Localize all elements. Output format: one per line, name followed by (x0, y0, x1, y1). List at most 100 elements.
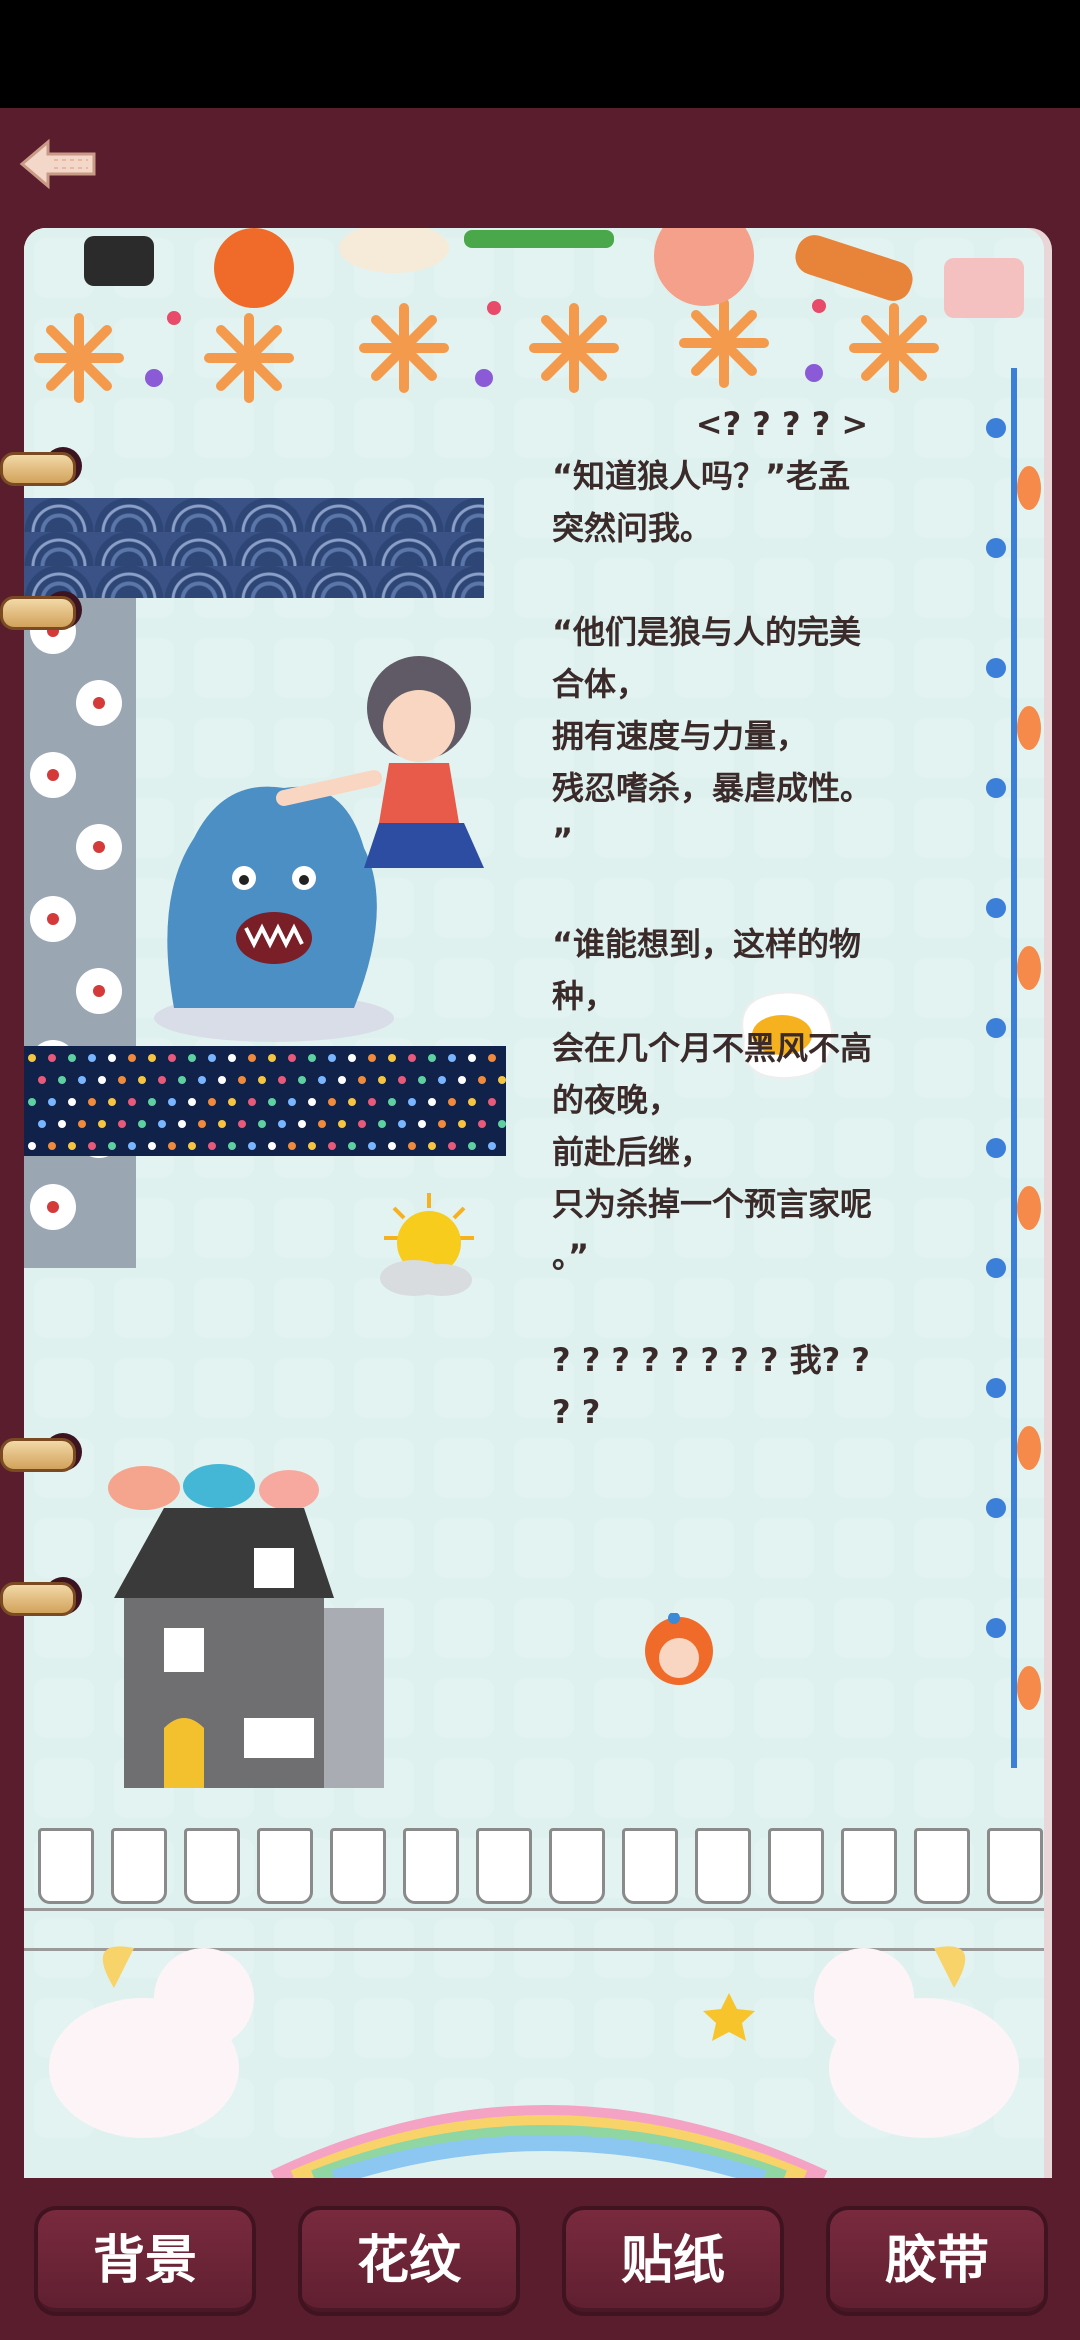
top-bar (0, 108, 1080, 220)
grid-tile (34, 1758, 94, 1818)
polka-dot (298, 1120, 306, 1128)
story-paragraph: “谁能想到，这样的物 种， 会在几个月不黑风不高 的夜晚， 前赴后继， 只为杀掉… (552, 918, 972, 1282)
polka-dot (168, 1142, 176, 1150)
journal-page[interactable]: <? ? ? ? > “知道狼人吗？”老孟 突然问我。 “他们是狼与人的完美 合… (24, 228, 1044, 2178)
polka-dot (298, 1076, 306, 1084)
polka-dot (328, 1054, 336, 1062)
binder-ring (0, 596, 76, 630)
cup-pattern (768, 1828, 824, 1904)
polka-dot (418, 1120, 426, 1128)
grid-tile (194, 1358, 254, 1418)
polka-dot (98, 1076, 106, 1084)
polka-dot (188, 1054, 196, 1062)
polka-dot (148, 1142, 156, 1150)
polka-dot (428, 1054, 436, 1062)
tab-sticker[interactable]: 贴纸 (562, 2206, 784, 2316)
polka-dot (478, 1076, 486, 1084)
grid-tile (114, 1278, 174, 1338)
grid-tile (434, 1358, 494, 1418)
binder-ring (0, 1582, 76, 1616)
grid-tile (514, 1438, 574, 1498)
cup-pattern (330, 1828, 386, 1904)
grid-tile (594, 1438, 654, 1498)
orange-girl-sticker (645, 1613, 713, 1685)
polka-dot (398, 1120, 406, 1128)
story-line: ” (552, 821, 574, 859)
polka-dot (228, 1098, 236, 1106)
polka-dot (358, 1120, 366, 1128)
cup-pattern (476, 1828, 532, 1904)
cup-pattern (549, 1828, 605, 1904)
divider-line (24, 1908, 1044, 1911)
grid-tile (914, 1438, 974, 1498)
story-line: ? ? ? ? ? ? ? ? 我? ? (552, 1341, 870, 1379)
story-line: 种， (552, 977, 617, 1015)
polka-dot (58, 1120, 66, 1128)
flower-pattern (76, 680, 122, 726)
polka-dot (468, 1142, 476, 1150)
flower-pattern (30, 1184, 76, 1230)
polka-dot (278, 1120, 286, 1128)
polka-dot (148, 1054, 156, 1062)
cup-pattern (403, 1828, 459, 1904)
polka-dot (408, 1098, 416, 1106)
grid-tile (914, 1598, 974, 1658)
story-line: 突然问我。 (552, 509, 713, 547)
polka-dot (368, 1054, 376, 1062)
grid-tile (434, 1758, 494, 1818)
grid-tile (834, 1758, 894, 1818)
polka-dot (328, 1098, 336, 1106)
polka-dot (108, 1142, 116, 1150)
story-text[interactable]: <? ? ? ? > “知道狼人吗？”老孟 突然问我。 “他们是狼与人的完美 合… (552, 398, 972, 1438)
back-arrow-icon (19, 138, 96, 190)
blue-vine-sticker (986, 368, 1041, 1768)
polka-dot (158, 1120, 166, 1128)
polka-dot (368, 1142, 376, 1150)
tab-background[interactable]: 背景 (34, 2206, 256, 2316)
polka-dot (328, 1142, 336, 1150)
cup-pattern (38, 1828, 94, 1904)
tab-tape[interactable]: 胶带 (826, 2206, 1048, 2316)
polka-dot (68, 1054, 76, 1062)
tab-pattern[interactable]: 花纹 (298, 2206, 520, 2316)
story-line: “谁能想到，这样的物 (552, 925, 862, 963)
polka-dot (128, 1054, 136, 1062)
grid-tile (674, 1518, 734, 1578)
polka-dot (208, 1142, 216, 1150)
polka-dot (468, 1098, 476, 1106)
polka-dot (428, 1142, 436, 1150)
grid-tile (34, 1678, 94, 1738)
polka-dot (218, 1120, 226, 1128)
story-line: 残忍嗜杀，暴虐成性。 (552, 769, 873, 807)
grid-tile (194, 1278, 254, 1338)
polka-dot (88, 1054, 96, 1062)
cup-pattern (184, 1828, 240, 1904)
grid-tile (114, 1358, 174, 1418)
grid-tile (354, 1358, 414, 1418)
polka-dot (128, 1098, 136, 1106)
back-button[interactable] (18, 136, 100, 192)
story-line: 前赴后继， (552, 1133, 713, 1171)
girl-and-monster-sticker (154, 656, 484, 1042)
cup-pattern (841, 1828, 897, 1904)
grid-tile (834, 1438, 894, 1498)
story-line: 拥有速度与力量， (552, 717, 809, 755)
grid-tile (834, 1598, 894, 1658)
cup-pattern (987, 1828, 1043, 1904)
grid-tile (514, 1598, 574, 1658)
polka-dot (78, 1076, 86, 1084)
cup-pattern (914, 1828, 970, 1904)
polka-dot (148, 1098, 156, 1106)
polka-dot (288, 1098, 296, 1106)
story-line: 。” (552, 1237, 590, 1275)
polka-dot (68, 1142, 76, 1150)
grid-tile (434, 1518, 494, 1578)
polka-dot (458, 1076, 466, 1084)
polka-dot (388, 1054, 396, 1062)
polka-dot (48, 1098, 56, 1106)
polka-dot (28, 1054, 36, 1062)
polka-dot (248, 1142, 256, 1150)
polka-dot (348, 1098, 356, 1106)
polka-dot (248, 1054, 256, 1062)
polka-dot (448, 1054, 456, 1062)
